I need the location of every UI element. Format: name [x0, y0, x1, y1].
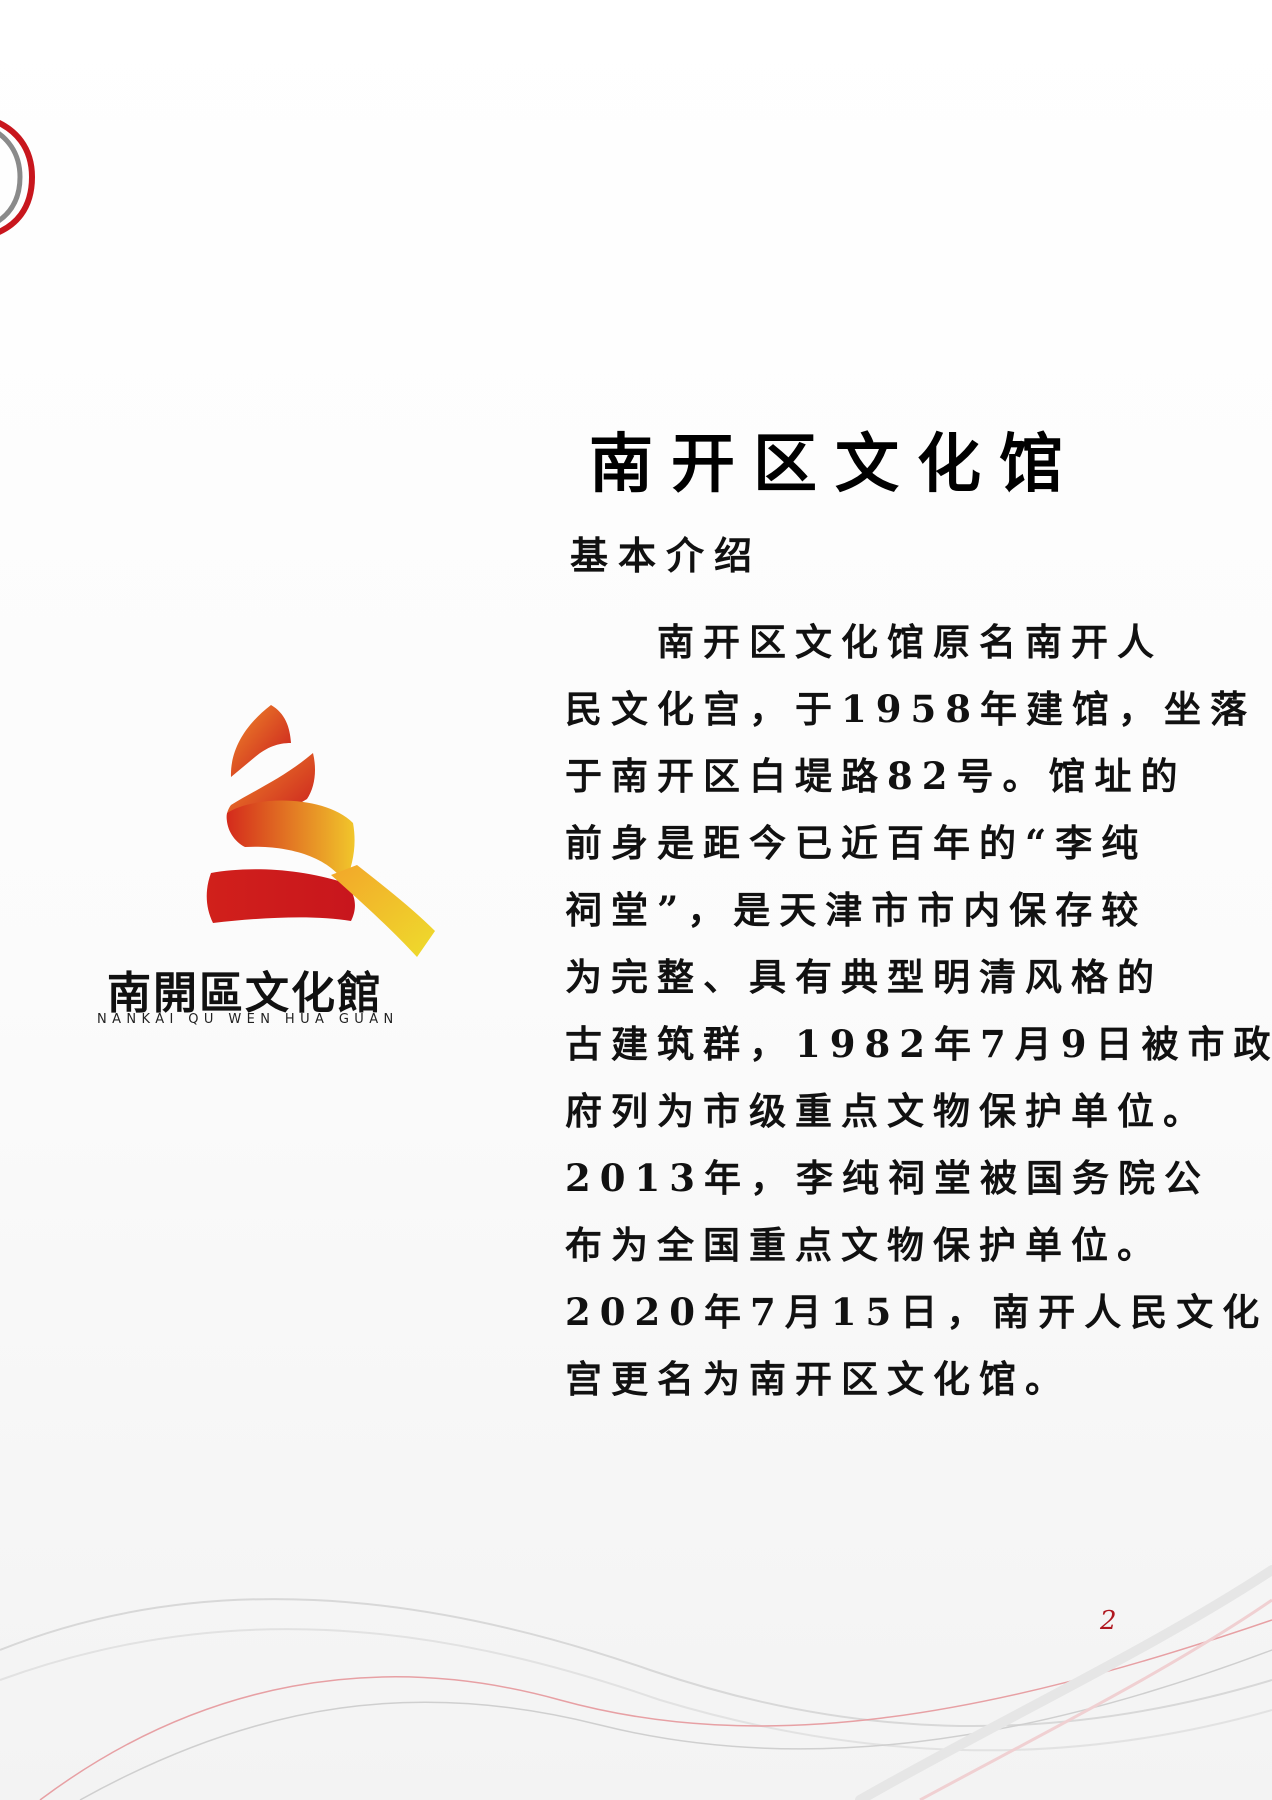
paragraph-line: 于南开区白堤路82号。馆址的 [565, 754, 1187, 798]
paragraph-line: 祠堂”，是天津市市内保存较 [565, 888, 1148, 932]
paragraph-line: 前身是距今已近百年的“李纯 [565, 821, 1148, 865]
paragraph-line: 宫更名为南开区文化馆。 [565, 1357, 1071, 1401]
paragraph-line: 府列为市级重点文物保护单位。 [565, 1089, 1209, 1133]
paragraph-line: 2013年，李纯祠堂被国务院公 [565, 1156, 1210, 1200]
bottom-swoosh-decoration [0, 1565, 1272, 1800]
paragraph-line: 民文化宫，于1958年建馆，坐落 [565, 687, 1256, 731]
corner-ring-decoration [0, 120, 36, 235]
page-title: 南开区文化馆 [589, 427, 1081, 502]
section-subtitle: 基本介绍 [570, 533, 763, 578]
intro-paragraph: 南开区文化馆原名南开人 民文化宫，于1958年建馆，坐落 于南开区白堤路82号。… [565, 612, 1272, 1416]
document-page: 南開區文化館 NANKAI QU WEN HUA GUAN 南开区文化馆 基本介… [0, 0, 1272, 1800]
paragraph-line: 古建筑群，1982年7月9日被市政 [565, 1022, 1272, 1066]
paragraph-line: 南开区文化馆原名南开人 [657, 620, 1163, 664]
nankai-culture-center-logo: 南開區文化館 NANKAI QU WEN HUA GUAN [95, 695, 495, 1035]
ribbon-logo-icon [206, 705, 435, 957]
page-number: 2 [1100, 1606, 1117, 1636]
paragraph-line: 为完整、具有典型明清风格的 [565, 955, 1163, 999]
paragraph-line: 布为全国重点文物保护单位。 [565, 1223, 1163, 1267]
logo-pinyin-name: NANKAI QU WEN HUA GUAN [97, 1012, 399, 1027]
paragraph-line: 2020年7月15日，南开人民文化 [565, 1290, 1269, 1334]
